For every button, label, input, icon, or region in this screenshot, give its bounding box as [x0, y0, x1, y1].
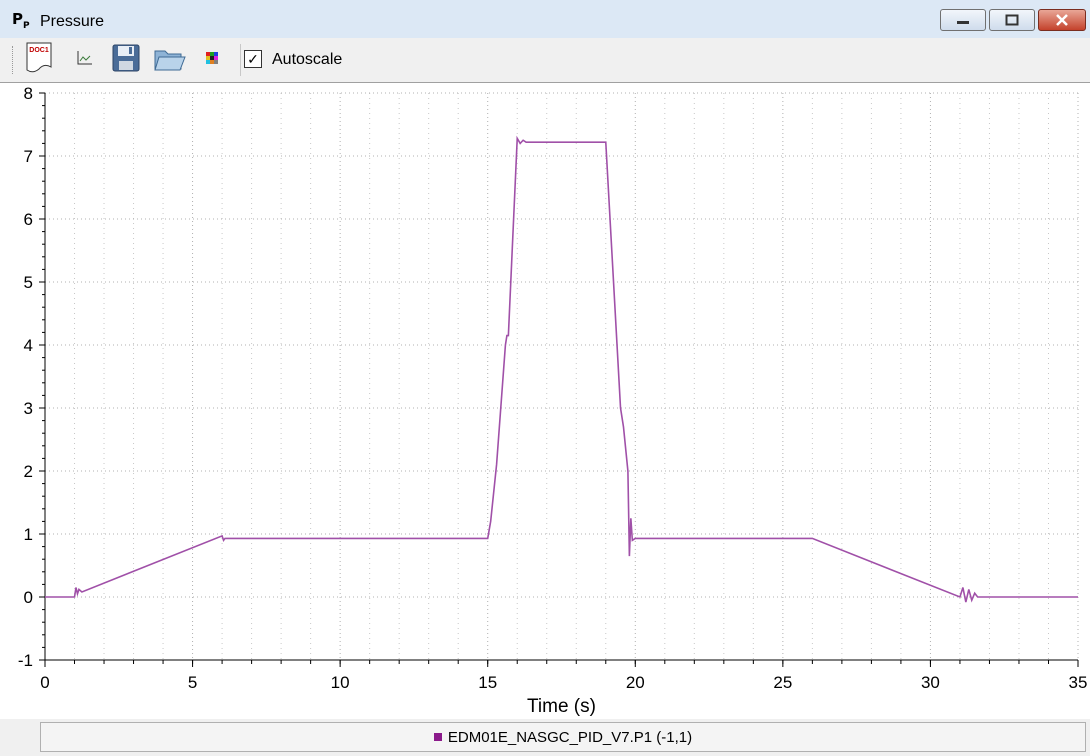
color-palette-icon: [205, 51, 219, 70]
maximize-icon: [990, 10, 1034, 30]
y-tick-label: 0: [24, 588, 33, 607]
document-icon: DOC1: [24, 41, 56, 80]
minimize-button[interactable]: [940, 9, 986, 31]
pressure-series-line: [45, 135, 1078, 603]
x-tick-label: 15: [478, 673, 497, 692]
x-tick-label: 30: [921, 673, 940, 692]
x-tick-label: 35: [1069, 673, 1088, 692]
x-tick-label: 20: [626, 673, 645, 692]
y-tick-label: 4: [24, 336, 33, 355]
document-button[interactable]: DOC1: [22, 42, 58, 78]
plot-icon: [74, 48, 94, 73]
autoscale-checkbox[interactable]: ✓: [244, 50, 262, 68]
x-tick-label: 10: [331, 673, 350, 692]
save-icon: [111, 43, 141, 78]
open-folder-button[interactable]: [152, 42, 188, 78]
toolbar: DOC1 ✓ Autoscale: [8, 38, 1086, 82]
x-axis-label: Time (s): [527, 696, 596, 717]
y-tick-label: 1: [24, 525, 33, 544]
y-tick-label: 7: [24, 147, 33, 166]
toolbar-grip[interactable]: [12, 46, 16, 74]
close-button[interactable]: [1038, 9, 1086, 31]
y-tick-label: -1: [18, 651, 33, 670]
legend[interactable]: EDM01E_NASGC_PID_V7.P1 (-1,1): [40, 722, 1086, 752]
plot-button[interactable]: [66, 42, 102, 78]
legend-entry: EDM01E_NASGC_PID_V7.P1 (-1,1): [447, 728, 693, 746]
y-tick-label: 3: [24, 399, 33, 418]
x-tick-label: 25: [773, 673, 792, 692]
checkmark-icon: ✓: [247, 50, 259, 67]
x-tick-label: 0: [40, 673, 49, 692]
maximize-button[interactable]: [989, 9, 1035, 31]
close-icon: [1039, 10, 1085, 30]
y-tick-label: 8: [24, 84, 33, 103]
y-tick-label: 5: [24, 273, 33, 292]
svg-text:DOC1: DOC1: [29, 47, 49, 54]
title-bar[interactable]: PP Pressure: [0, 0, 1090, 38]
toolbar-separator: [240, 44, 241, 76]
app-icon: PP: [12, 10, 30, 31]
color-palette-button[interactable]: [194, 42, 230, 78]
pressure-window: PP Pressure DOC1 ✓ Autoscale -1 0 1 2 3 …: [0, 0, 1090, 756]
plot-area[interactable]: -1 0 1 2 3 4 5 6 7 8 0 5 10 15 20 25 30 35 Time (s): [0, 82, 1090, 719]
pressure-chart[interactable]: -1 0 1 2 3 4 5 6 7 8 0 5 10 15 20 25 30 35 Time (s): [0, 83, 1090, 719]
x-tick-label: 5: [188, 673, 197, 692]
open-folder-icon: [153, 43, 187, 78]
y-tick-label: 2: [24, 462, 33, 481]
autoscale-label[interactable]: Autoscale: [272, 51, 342, 69]
minimize-icon: [941, 10, 985, 30]
window-title: Pressure: [40, 13, 105, 30]
legend-swatch: [433, 733, 442, 741]
y-tick-label: 6: [24, 210, 33, 229]
save-button[interactable]: [108, 42, 144, 78]
